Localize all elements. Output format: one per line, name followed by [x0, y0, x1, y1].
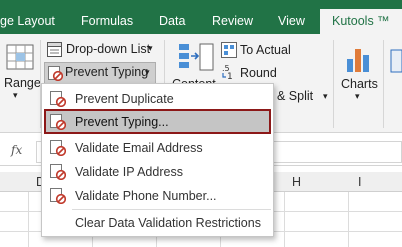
menu-item-prevent-typing[interactable]: Prevent Typing...	[44, 109, 271, 134]
to-actual-label[interactable]: To Actual	[240, 43, 291, 57]
merge-split-label[interactable]: & Split	[277, 89, 313, 103]
fx-icon[interactable]: fx	[11, 143, 22, 157]
round-icon: .5 1	[222, 64, 233, 80]
dropdown-list-label: Drop-down List	[66, 42, 151, 56]
round-label[interactable]: Round	[240, 66, 277, 80]
range-button[interactable]: Range ▾	[0, 40, 41, 102]
ribbon-separator	[383, 40, 384, 128]
menu-item-label: Validate Phone Number...	[75, 189, 217, 203]
menu-item-validate-ip[interactable]: Validate IP Address	[44, 160, 271, 184]
column-header-h[interactable]: H	[292, 175, 301, 189]
menu-item-label: Prevent Typing...	[75, 115, 169, 129]
chevron-down-icon: ▾	[323, 91, 328, 101]
menu-item-label: Validate IP Address	[75, 165, 183, 179]
validate-email-icon	[50, 140, 66, 156]
dropdown-list-icon	[47, 42, 62, 57]
chevron-down-icon: ▾	[13, 90, 18, 100]
tab-data[interactable]: Data	[159, 8, 185, 34]
tab-formulas[interactable]: Formulas	[81, 8, 133, 34]
prevent-typing-icon	[48, 66, 63, 81]
menu-item-prevent-duplicate[interactable]: Prevent Duplicate	[44, 87, 271, 111]
prevent-duplicate-icon	[50, 91, 66, 107]
range-icon	[6, 44, 34, 70]
chevron-down-icon: ▾	[145, 67, 150, 77]
chevron-down-icon: ▾	[148, 43, 153, 53]
menu-item-label: Prevent Duplicate	[75, 92, 174, 106]
charts-label[interactable]: Charts	[341, 77, 378, 91]
validate-ip-icon	[50, 164, 66, 180]
content-icon[interactable]	[178, 42, 214, 74]
menu-item-validate-email[interactable]: Validate Email Address	[44, 136, 271, 160]
tab-view[interactable]: View	[278, 8, 305, 34]
svg-text:1: 1	[227, 72, 233, 80]
find-icon[interactable]	[389, 48, 402, 74]
menu-divider	[72, 209, 271, 210]
menu-item-label: Validate Email Address	[75, 141, 203, 155]
tab-page-layout[interactable]: ge Layout	[0, 8, 55, 34]
range-label: Range	[4, 76, 41, 90]
to-actual-icon	[221, 42, 237, 58]
tab-kutools[interactable]: Kutools ™	[320, 9, 402, 36]
prevent-typing-menu: Prevent Duplicate Prevent Typing... Vali…	[41, 83, 274, 237]
chevron-down-icon: ▾	[355, 91, 360, 101]
dropdown-list-button[interactable]: Drop-down List ▾	[44, 40, 160, 60]
menu-item-label: Clear Data Validation Restrictions	[75, 216, 261, 230]
prevent-typing-label: Prevent Typing	[65, 65, 149, 79]
column-header-i[interactable]: I	[358, 175, 361, 189]
menu-item-clear-validation[interactable]: Clear Data Validation Restrictions	[44, 211, 271, 235]
validate-phone-icon	[50, 188, 66, 204]
charts-icon[interactable]	[345, 45, 371, 73]
menu-item-validate-phone[interactable]: Validate Phone Number...	[44, 184, 271, 208]
ribbon-separator	[333, 40, 334, 128]
prevent-typing-icon	[50, 114, 66, 130]
tab-review[interactable]: Review	[212, 8, 253, 34]
